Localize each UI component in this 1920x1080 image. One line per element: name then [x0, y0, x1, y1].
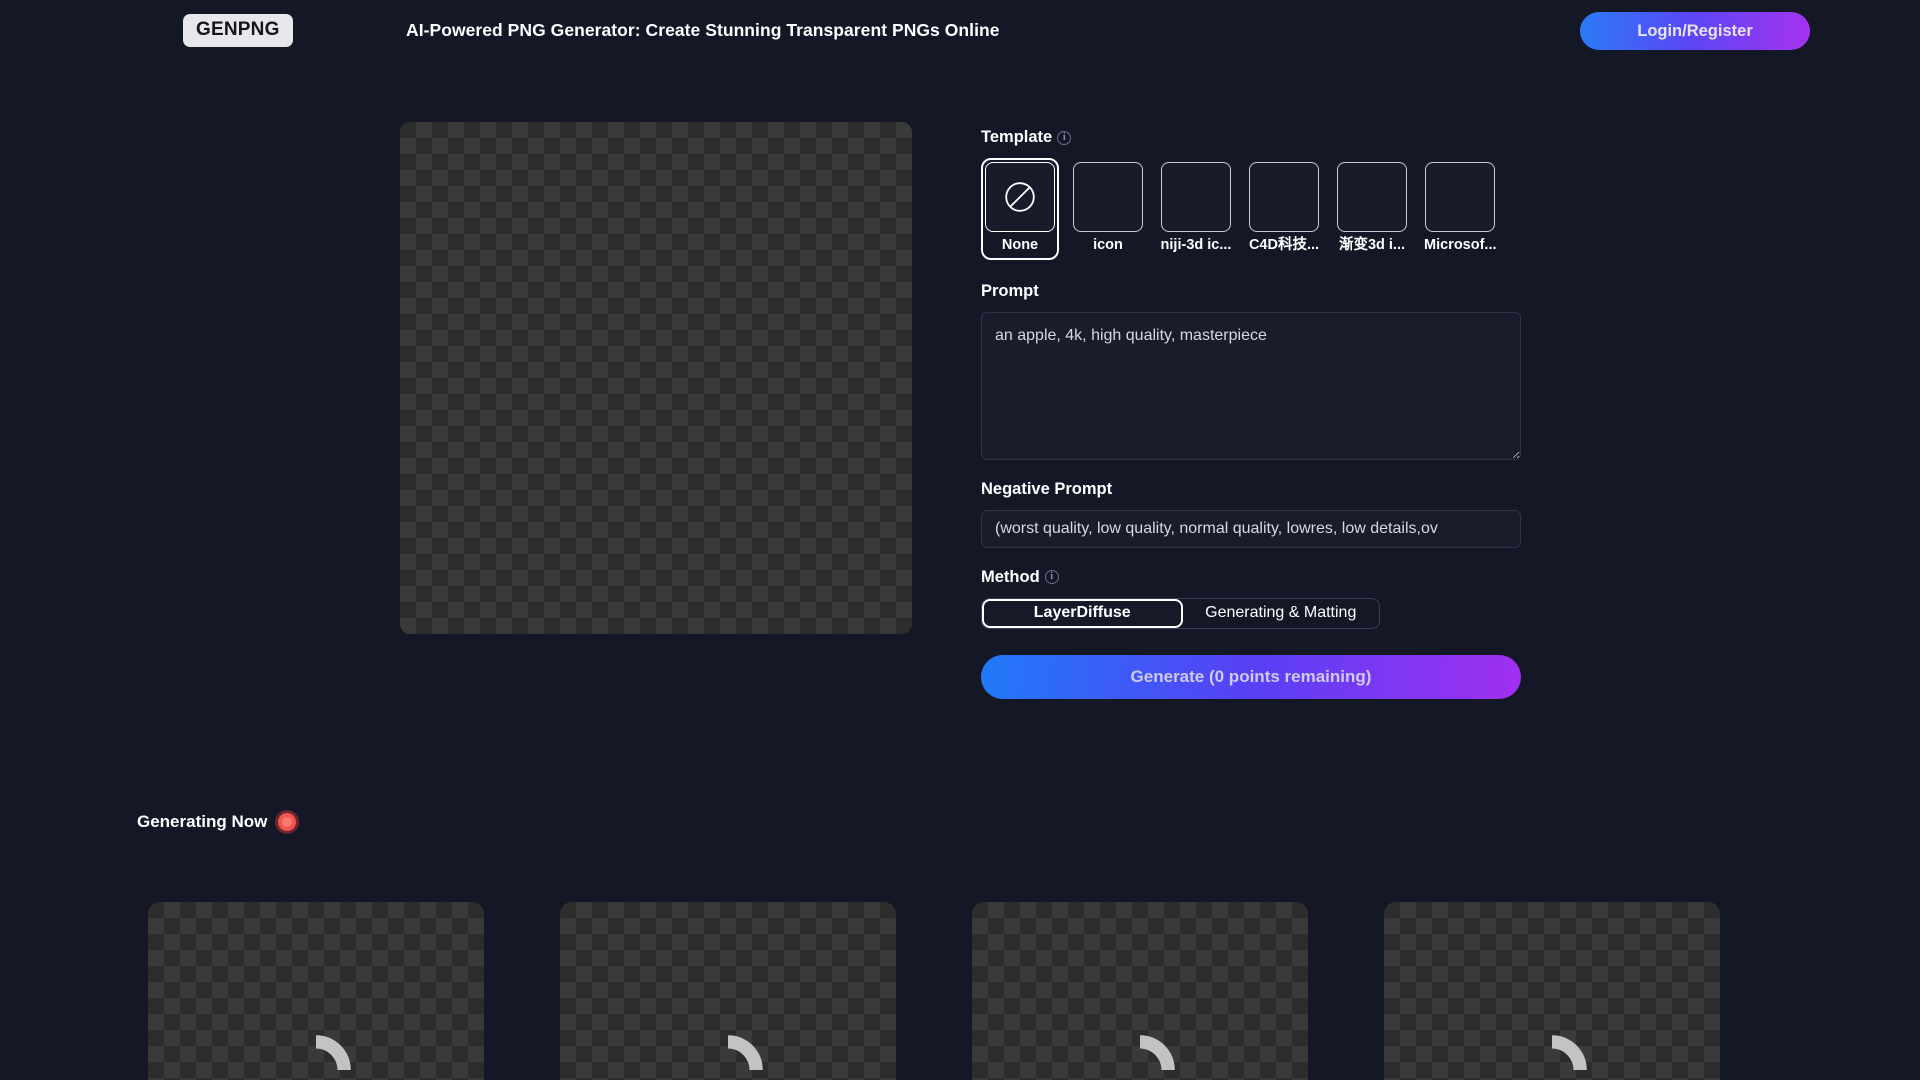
method-option-layerdiffuse[interactable]: LayerDiffuse: [982, 598, 1183, 628]
generate-button[interactable]: Generate (0 points remaining): [981, 654, 1521, 699]
generation-control-panel: Template i None icon niji-3d ic... C4D科技…: [981, 128, 1521, 699]
prompt-input[interactable]: an apple, 4k, high quality, masterpiece: [981, 311, 1521, 460]
template-thumbnail: [1425, 162, 1495, 232]
result-card[interactable]: [972, 902, 1308, 1080]
template-thumbnail: [1073, 162, 1143, 232]
method-label: Method: [981, 567, 1040, 586]
loading-spinner-icon: [315, 1035, 351, 1071]
generating-now-header: Generating Now: [137, 812, 297, 832]
template-thumbnail: [1161, 162, 1231, 232]
template-item-label: C4D科技...: [1248, 237, 1320, 253]
generating-results-grid: [148, 902, 1782, 1080]
template-item-label: Microsof...: [1424, 237, 1496, 253]
template-item-niji-3d[interactable]: niji-3d ic...: [1157, 158, 1235, 260]
template-thumbnail: [985, 162, 1055, 232]
template-item-label: icon: [1093, 237, 1123, 253]
method-option-generating-matting[interactable]: Generating & Matting: [1183, 599, 1380, 628]
template-item-gradient-3d[interactable]: 渐变3d i...: [1333, 158, 1411, 260]
loading-spinner-icon: [1139, 1035, 1175, 1071]
loading-spinner-icon: [727, 1035, 763, 1071]
info-icon[interactable]: i: [1044, 570, 1059, 585]
result-card[interactable]: [148, 902, 484, 1080]
result-card[interactable]: [1384, 902, 1720, 1080]
template-label-row: Template i: [981, 128, 1521, 147]
site-header: GENPNG AI-Powered PNG Generator: Create …: [0, 0, 1920, 62]
transparent-preview-canvas[interactable]: [400, 122, 912, 634]
no-symbol-icon: [1005, 182, 1035, 212]
template-list: None icon niji-3d ic... C4D科技... 渐变3d i.…: [981, 158, 1521, 260]
page-title: AI-Powered PNG Generator: Create Stunnin…: [406, 20, 1000, 40]
loading-spinner-icon: [1551, 1035, 1587, 1071]
method-label-row: Method i: [981, 568, 1521, 587]
generating-now-title: Generating Now: [137, 812, 268, 831]
method-segmented-control: LayerDiffuse Generating & Matting: [981, 597, 1380, 629]
template-item-label: niji-3d ic...: [1160, 237, 1232, 253]
recording-dot-icon: [278, 813, 297, 831]
template-item-microsoft[interactable]: Microsof...: [1421, 158, 1499, 260]
template-item-label: None: [1001, 237, 1039, 253]
prompt-label: Prompt: [981, 281, 1039, 300]
template-thumbnail: [1337, 162, 1407, 232]
login-register-button[interactable]: Login/Register: [1580, 12, 1810, 50]
site-logo[interactable]: GENPNG: [183, 14, 293, 47]
info-icon[interactable]: i: [1057, 130, 1072, 145]
template-item-icon[interactable]: icon: [1069, 158, 1147, 260]
template-item-c4d[interactable]: C4D科技...: [1245, 158, 1323, 260]
template-thumbnail: [1249, 162, 1319, 232]
result-card[interactable]: [560, 902, 896, 1080]
template-item-none[interactable]: None: [981, 158, 1059, 260]
negative-prompt-label: Negative Prompt: [981, 479, 1113, 498]
template-label: Template: [981, 128, 1053, 146]
negative-prompt-input[interactable]: [981, 509, 1521, 548]
template-item-label: 渐变3d i...: [1338, 237, 1406, 253]
